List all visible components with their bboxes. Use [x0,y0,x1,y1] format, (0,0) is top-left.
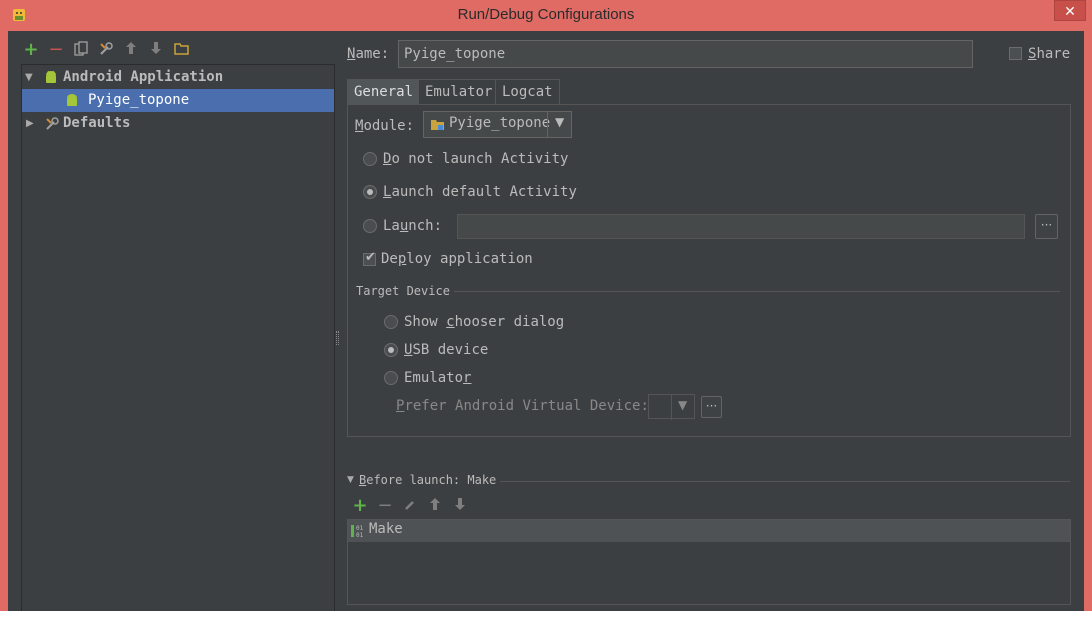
tree-item-label: Pyige_topone [88,92,190,108]
before-launch-collapse-icon[interactable]: ▼ [347,475,359,485]
add-icon[interactable]: + [22,41,40,59]
wrench-icon [46,117,59,130]
task-label: Make [369,521,403,537]
deploy-checkbox[interactable]: ✔ [363,250,376,266]
expand-arrow-icon[interactable]: ▼ [25,66,37,89]
module-folder-icon [431,120,444,130]
share-label[interactable]: Share [1028,46,1070,62]
check-icon: ✔ [365,250,376,265]
avd-browse-button[interactable]: ··· [701,396,722,418]
show-chooser-radio[interactable] [384,315,398,329]
avd-dropdown[interactable]: ▼ [648,394,695,420]
tree-item-pyige-topone[interactable]: Pyige_topone [22,89,334,112]
remove-icon[interactable]: − [376,497,394,515]
launch-default-radio[interactable] [363,185,377,199]
copy-icon[interactable] [72,41,90,59]
usb-device-radio[interactable] [384,343,398,357]
tab-logcat[interactable]: Logcat [495,79,560,104]
make-icon: 0101 [351,525,364,539]
module-dropdown[interactable]: Pyige_topone ▼ [423,111,572,138]
emulator-radio[interactable] [384,371,398,385]
tree-item-defaults[interactable]: ▶ Defaults [22,112,334,135]
configurations-tree[interactable]: ▼ Android Application Pyige_topone ▶ Def… [21,64,335,611]
collapse-arrow-icon[interactable]: ▶ [26,112,38,135]
android-icon [46,70,56,83]
remove-icon[interactable]: − [47,41,65,59]
dialog-content: + − ▼ Android Application Pyige_topone ▶… [8,31,1084,611]
move-up-icon[interactable] [426,497,444,515]
chevron-down-icon[interactable]: ▼ [678,398,687,412]
module-label: Module: [355,118,415,134]
before-launch-title[interactable]: Before launch: Make [359,473,496,487]
run-debug-configurations-window: Run/Debug Configurations ✕ + − ▼ Android… [0,0,1092,611]
target-device-title: Target Device [356,284,450,298]
android-icon [67,94,77,106]
svg-text:01: 01 [356,525,364,532]
tree-item-label: Defaults [63,115,131,131]
launch-activity-input[interactable] [457,214,1025,239]
prefer-avd-label: Prefer Android Virtual Device: [396,398,649,414]
share-checkbox[interactable] [1009,47,1022,60]
title-bar[interactable]: Run/Debug Configurations ✕ [0,0,1092,31]
name-input[interactable]: Pyige_topone [398,40,973,68]
module-value: Pyige_topone [449,115,551,131]
launch-activity-label[interactable]: Launch: [383,218,442,234]
move-down-icon[interactable] [147,41,165,59]
tree-item-android-application[interactable]: ▼ Android Application [22,66,334,89]
close-button[interactable]: ✕ [1054,0,1086,21]
emulator-label[interactable]: Emulator [404,370,471,386]
tab-emulator[interactable]: Emulator [418,79,500,104]
tab-general[interactable]: General [347,79,421,104]
window-title: Run/Debug Configurations [457,6,635,23]
move-up-icon[interactable] [122,41,140,59]
name-label: Name: [347,46,390,62]
folder-icon[interactable] [172,41,190,59]
do-not-launch-label[interactable]: Do not launch Activity [383,151,568,167]
list-item[interactable]: 01 01 Make [348,520,1070,542]
edit-icon[interactable] [401,497,419,515]
chevron-down-icon[interactable]: ▼ [555,115,564,129]
launch-activity-radio[interactable] [363,219,377,233]
svg-text:01: 01 [356,532,364,539]
before-launch-list[interactable]: 01 01 Make [347,519,1071,605]
launch-default-label[interactable]: Launch default Activity [383,184,577,200]
deploy-label[interactable]: Deploy application [381,251,533,267]
add-icon[interactable]: + [351,497,369,515]
move-down-icon[interactable] [451,497,469,515]
do-not-launch-radio[interactable] [363,152,377,166]
edit-defaults-icon[interactable] [97,41,115,59]
tree-item-label: Android Application [63,69,224,85]
show-chooser-label[interactable]: Show chooser dialog [404,314,564,330]
launch-browse-button[interactable]: ··· [1035,214,1058,239]
splitter-handle[interactable] [336,331,339,345]
usb-device-label[interactable]: USB device [404,342,488,358]
